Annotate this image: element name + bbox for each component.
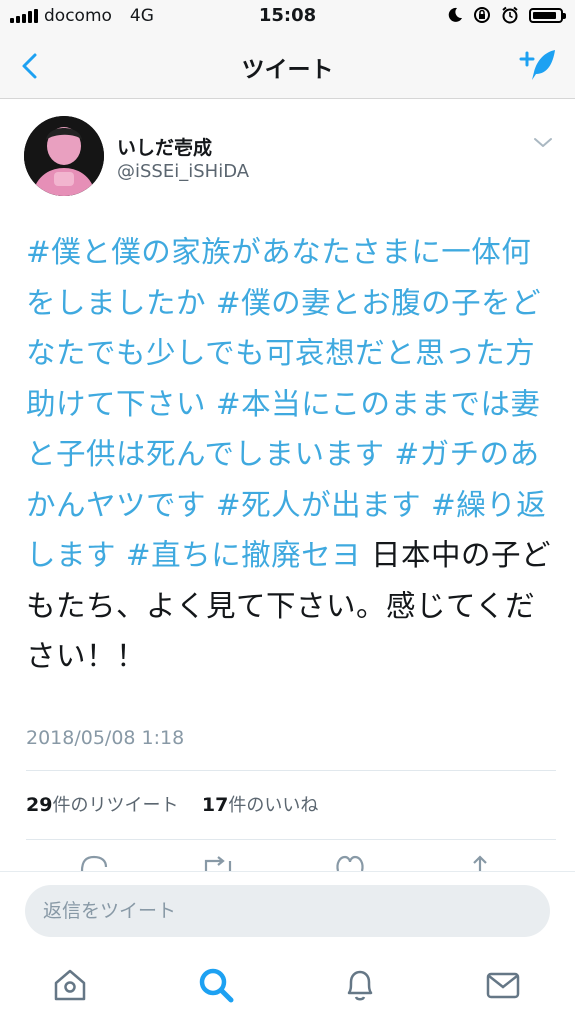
divider — [26, 839, 556, 840]
compose-tweet-icon[interactable] — [517, 44, 559, 86]
avatar[interactable] — [24, 116, 104, 196]
retweet-count-label: 件のリツイート — [52, 795, 179, 816]
page-title: ツイート — [241, 57, 334, 83]
user-handle[interactable]: @iSSEi_iSHiDA — [117, 161, 249, 182]
like-count-link[interactable]: 17件のいいね — [201, 794, 319, 816]
tweet-hashtags[interactable]: #僕と僕の家族があなたさまに一体何をしましたか #僕の妻とお腹の子をどなたでも少… — [26, 235, 546, 572]
status-right — [447, 6, 566, 24]
battery-icon — [529, 7, 566, 23]
like-icon[interactable] — [330, 851, 370, 873]
nav-bar: ツイート — [0, 34, 575, 99]
reply-input[interactable] — [25, 885, 550, 937]
tab-bar — [0, 951, 575, 1024]
like-count: 17 — [201, 794, 229, 816]
share-icon[interactable] — [460, 851, 500, 873]
moon-icon — [448, 7, 462, 22]
tweet-text: #僕と僕の家族があなたさまに一体何をしましたか #僕の妻とお腹の子をどなたでも少… — [26, 227, 556, 682]
avatar-image — [24, 116, 104, 196]
reply-bar — [0, 871, 575, 952]
divider — [26, 770, 556, 771]
retweet-count-link[interactable]: 29件のリツイート — [26, 794, 179, 816]
messages-icon[interactable] — [483, 965, 523, 1005]
chevron-down-icon[interactable] — [530, 133, 556, 153]
reply-icon[interactable] — [74, 851, 114, 873]
retweet-count: 29 — [26, 794, 53, 816]
battery-level — [533, 11, 557, 19]
alarm-icon — [502, 6, 518, 24]
search-icon[interactable] — [196, 965, 236, 1005]
notifications-icon[interactable] — [340, 965, 380, 1005]
tweet-timestamp: 2018/05/08 1:18 — [26, 727, 185, 749]
retweet-icon[interactable] — [200, 851, 240, 873]
orientation-lock-icon — [474, 7, 490, 23]
status-bar: docomo 4G 15:08 — [0, 0, 575, 34]
engagement-counts: 29件のリツイート 17件のいいね — [26, 791, 318, 817]
like-count-label: 件のいいね — [228, 795, 319, 816]
display-name[interactable]: いしだ壱成 — [117, 133, 212, 160]
home-icon[interactable] — [50, 965, 90, 1005]
